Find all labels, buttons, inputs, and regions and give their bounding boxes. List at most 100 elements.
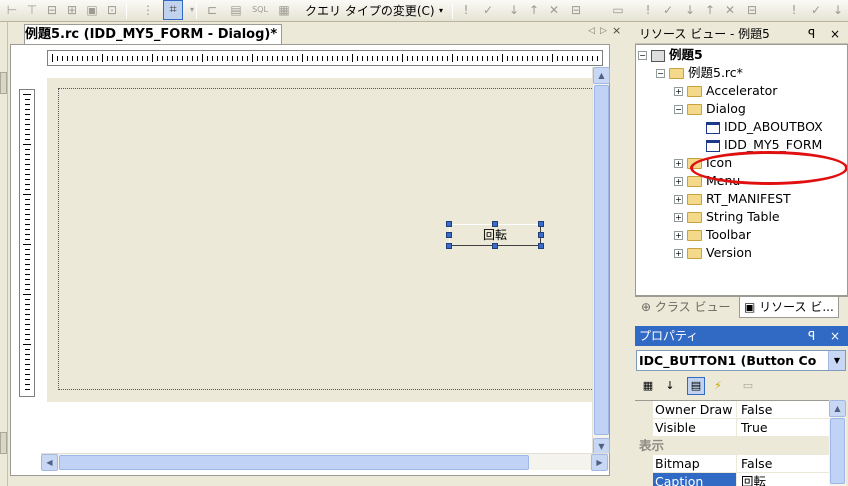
editor-vertical-scrollbar[interactable]: ▲ ▼ <box>592 67 610 455</box>
scroll-up-icon[interactable]: ▲ <box>593 67 610 84</box>
sort-desc-icon[interactable]: ↑ <box>702 2 718 18</box>
grid-toggle-icon[interactable]: ⌗ <box>163 0 183 20</box>
results-pane-icon[interactable]: ▦ <box>276 2 292 18</box>
close-icon[interactable]: × <box>612 25 621 37</box>
tree-item[interactable]: + Toolbar <box>674 226 751 244</box>
pin-icon[interactable]: ꟼ <box>808 326 815 346</box>
make-same-height-icon[interactable]: ⊡ <box>104 2 120 18</box>
remove-filter-icon[interactable]: ✕ <box>546 2 562 18</box>
editor-horizontal-scrollbar[interactable]: ◀ ▶ <box>41 453 609 471</box>
chevron-down-icon[interactable]: ▼ <box>828 351 845 370</box>
property-value[interactable]: True <box>739 419 829 437</box>
expand-icon[interactable]: + <box>674 213 683 222</box>
property-row[interactable]: Visible True <box>635 419 829 437</box>
categorized-icon[interactable]: ▦ <box>639 377 657 395</box>
vertical-ruler[interactable] <box>19 89 35 397</box>
scroll-up-icon[interactable]: ▲ <box>829 400 846 417</box>
expand-icon[interactable]: + <box>674 159 683 168</box>
collapse-icon[interactable]: − <box>656 69 665 78</box>
property-value[interactable]: False <box>739 455 829 473</box>
dialog-design-surface[interactable]: 回転 <box>47 78 607 402</box>
tree-item[interactable]: − Dialog <box>674 100 746 118</box>
toolbox-dock-tab[interactable] <box>0 72 7 94</box>
tree-item[interactable]: + String Table <box>674 208 780 226</box>
resize-handle-left[interactable] <box>446 232 452 238</box>
run-icon[interactable]: ! <box>458 2 474 18</box>
collapse-icon[interactable]: − <box>674 105 683 114</box>
remove-filter-icon[interactable]: ✕ <box>722 2 738 18</box>
tab-resource-view[interactable]: ▣ リソース ビ... <box>739 297 839 318</box>
expand-icon[interactable]: + <box>674 87 683 96</box>
tab-scroll-left-icon[interactable]: ◁ <box>588 25 595 37</box>
object-selector[interactable]: IDC_BUTTON1 (Button Co ▼ <box>636 350 846 371</box>
server-explorer-dock-tab[interactable] <box>0 432 7 454</box>
sort-asc-icon[interactable]: ↓ <box>830 2 846 18</box>
resize-handle-right[interactable] <box>538 232 544 238</box>
property-value[interactable]: 回転 <box>739 473 829 486</box>
property-grid-scrollbar[interactable]: ▲ <box>829 400 846 486</box>
property-pages-icon[interactable]: ▭ <box>739 377 757 395</box>
document-tab[interactable]: 例題5.rc (IDD_MY5_FORM - Dialog)* <box>24 24 283 44</box>
resize-handle-top-right[interactable] <box>538 221 544 227</box>
chevron-down-icon[interactable]: ▾ <box>439 1 443 20</box>
align-center-icon[interactable]: ⊤ <box>24 2 40 18</box>
events-icon[interactable]: ⚡ <box>709 377 727 395</box>
tab-class-view[interactable]: ⊕ クラス ビュー <box>637 297 734 318</box>
tree-item[interactable]: − 例題5.rc* <box>656 64 743 82</box>
properties-title[interactable]: プロパティ ꟼ × <box>635 326 848 346</box>
align-left-icon[interactable]: ⊢ <box>4 2 20 18</box>
tree-item[interactable]: + RT_MANIFEST <box>674 190 791 208</box>
resize-handle-bottom-left[interactable] <box>446 243 452 249</box>
scrollbar-thumb[interactable] <box>594 85 609 435</box>
verify-sql-icon[interactable]: ✓ <box>480 2 496 18</box>
tree-item[interactable]: + Version <box>674 244 752 262</box>
guides-icon[interactable]: ⋮ <box>140 2 156 18</box>
sort-asc-icon[interactable]: ↓ <box>506 2 522 18</box>
tab-scroll-right-icon[interactable]: ▷ <box>600 25 607 37</box>
tree-item[interactable]: − 例題5 <box>638 46 703 64</box>
property-value[interactable]: False <box>739 401 829 419</box>
collapse-icon[interactable]: − <box>638 51 647 60</box>
verify-sql-icon[interactable]: ✓ <box>660 2 676 18</box>
sort-desc-icon[interactable]: ↑ <box>526 2 542 18</box>
expand-icon[interactable]: + <box>674 195 683 204</box>
sort-asc-icon[interactable]: ↓ <box>682 2 698 18</box>
expand-icon[interactable]: + <box>674 249 683 258</box>
scrollbar-thumb[interactable] <box>59 455 529 470</box>
pin-icon[interactable]: ꟼ <box>808 24 815 44</box>
run-icon[interactable]: ! <box>786 2 802 18</box>
tree-item[interactable]: IDD_ABOUTBOX <box>706 118 823 136</box>
group-by-icon[interactable]: ⊟ <box>744 2 760 18</box>
diagram-pane-icon[interactable]: ⊏ <box>204 2 220 18</box>
close-icon[interactable]: × <box>830 24 840 44</box>
same-size-icon[interactable]: ▣ <box>84 2 100 18</box>
space-down-icon[interactable]: ⊞ <box>64 2 80 18</box>
tree-item[interactable]: + Accelerator <box>674 82 777 100</box>
group-by-icon[interactable]: ⊟ <box>568 2 584 18</box>
close-icon[interactable]: × <box>830 326 840 346</box>
resize-handle-bottom-right[interactable] <box>538 243 544 249</box>
expand-icon[interactable]: + <box>674 231 683 240</box>
space-across-icon[interactable]: ⊟ <box>44 2 60 18</box>
resize-handle-top[interactable] <box>492 221 498 227</box>
chevron-down-icon[interactable]: ▾ <box>184 2 200 18</box>
scroll-left-icon[interactable]: ◀ <box>41 454 58 471</box>
alphabetical-icon[interactable]: ↓ <box>661 377 679 395</box>
horizontal-ruler[interactable] <box>47 50 603 66</box>
run-icon[interactable]: ! <box>640 2 656 18</box>
property-row[interactable]: Owner Draw False <box>635 401 829 419</box>
resize-handle-top-left[interactable] <box>446 221 452 227</box>
grid-pane-icon[interactable]: ▤ <box>228 2 244 18</box>
scroll-right-icon[interactable]: ▶ <box>591 454 608 471</box>
scrollbar-thumb[interactable] <box>830 418 845 484</box>
resize-handle-bottom[interactable] <box>492 243 498 249</box>
change-query-type-button[interactable]: クエリ タイプの変更(C) <box>300 1 440 20</box>
property-row[interactable]: Bitmap False <box>635 455 829 473</box>
properties-icon[interactable]: ▤ <box>687 377 705 395</box>
property-row[interactable]: Caption 回転 <box>635 473 829 486</box>
verify-sql-icon[interactable]: ✓ <box>808 2 824 18</box>
add-table-icon[interactable]: ▭ <box>610 2 626 18</box>
property-category[interactable]: 表示 <box>635 437 829 455</box>
sql-pane-icon[interactable]: SQL <box>252 2 268 18</box>
resource-view-title[interactable]: リソース ビュー - 例題5 ꟼ × <box>635 24 848 44</box>
